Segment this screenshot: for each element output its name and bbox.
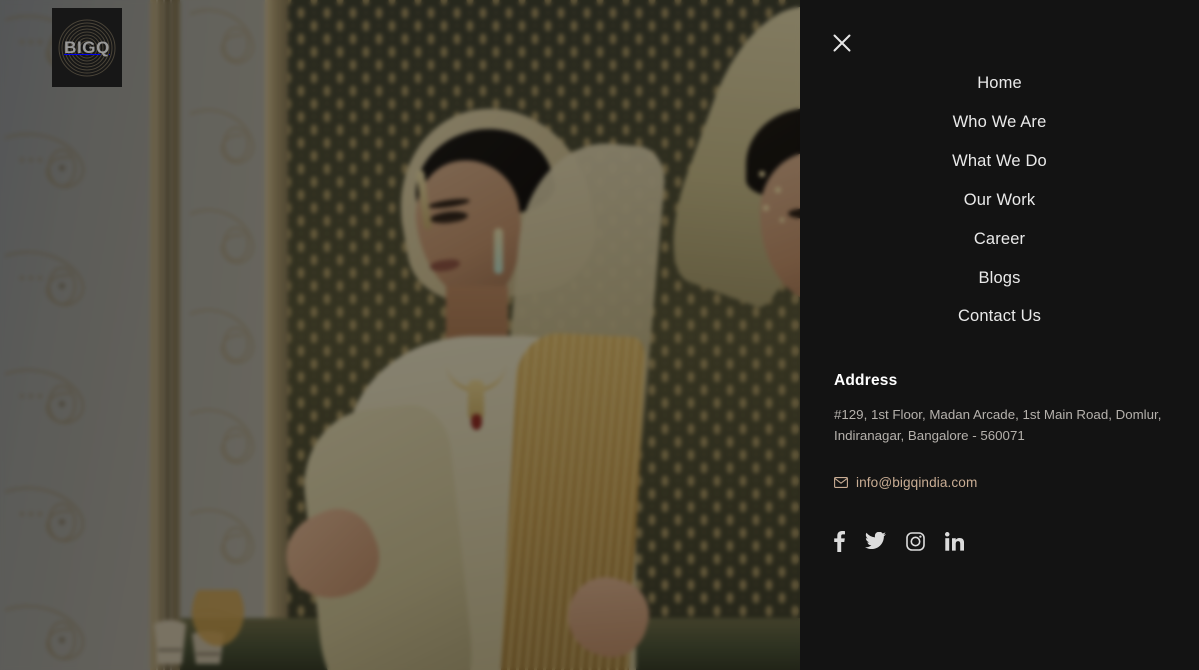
social-links	[834, 530, 1179, 552]
main-navigation: Home Who We Are What We Do Our Work Care…	[800, 64, 1199, 336]
envelope-icon	[834, 477, 848, 488]
social-link-instagram[interactable]	[906, 531, 925, 551]
nav-item-home[interactable]: Home	[800, 64, 1199, 103]
email-text: info@bigqindia.com	[856, 475, 978, 490]
nav-item-what-we-do[interactable]: What We Do	[800, 142, 1199, 181]
social-link-facebook[interactable]	[834, 530, 845, 552]
hero-dark-overlay	[0, 0, 800, 670]
nav-item-our-work[interactable]: Our Work	[800, 181, 1199, 220]
logo-text: BIGQ	[64, 37, 110, 57]
address-line-2: Indiranagar, Bangalore - 560071	[834, 428, 1025, 443]
contact-block: Address #129, 1st Floor, Madan Arcade, 1…	[834, 372, 1179, 552]
social-link-linkedin[interactable]	[945, 531, 964, 551]
nav-item-who-we-are[interactable]: Who We Are	[800, 103, 1199, 142]
address-heading: Address	[834, 372, 898, 389]
close-menu-button[interactable]	[830, 31, 854, 55]
menu-panel: Home Who We Are What We Do Our Work Care…	[800, 0, 1199, 670]
address-line-1: #129, 1st Floor, Madan Arcade, 1st Main …	[834, 407, 1162, 422]
page-root: BIGQ Home Who We Are What We Do Our Work…	[0, 0, 1199, 670]
social-link-twitter[interactable]	[865, 532, 886, 550]
nav-item-blogs[interactable]: Blogs	[800, 258, 1199, 297]
twitter-icon	[865, 532, 886, 550]
close-icon	[833, 34, 851, 52]
facebook-icon	[834, 531, 845, 552]
instagram-icon	[906, 531, 925, 551]
email-link[interactable]: info@bigqindia.com	[834, 475, 1179, 490]
nav-item-contact-us[interactable]: Contact Us	[800, 297, 1199, 336]
nav-item-career[interactable]: Career	[800, 220, 1199, 259]
hero-artwork	[0, 0, 800, 670]
site-logo[interactable]: BIGQ	[52, 8, 122, 87]
linkedin-icon	[945, 531, 964, 551]
hero-media	[0, 0, 800, 670]
